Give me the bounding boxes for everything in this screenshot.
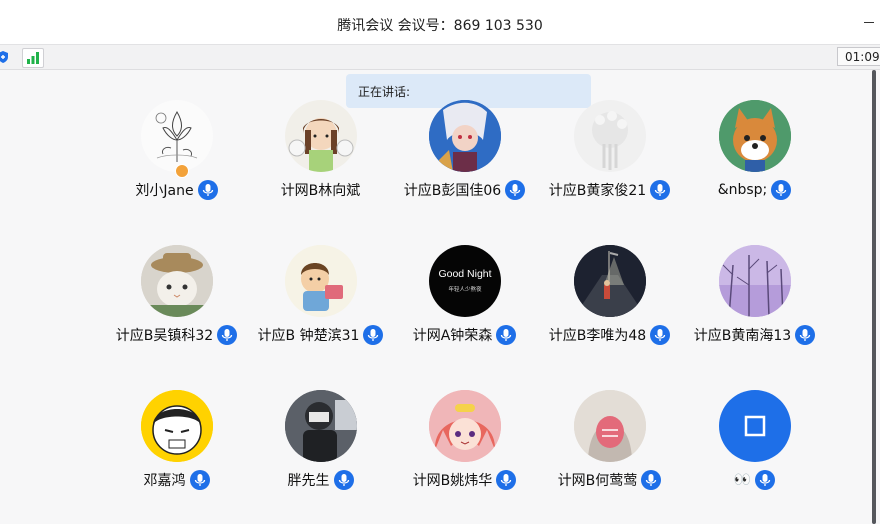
participant-name: 计应B李唯为48 [548,328,647,344]
participant-avatar[interactable] [141,390,213,462]
participant-avatar[interactable] [574,100,646,172]
participant-tile[interactable]: 👀 [682,390,827,500]
mic-icon[interactable] [771,180,792,200]
participant-tile[interactable]: 计应B黄南海13 [682,245,827,355]
participant-name-row: 👀 [662,470,847,492]
mic-icon[interactable] [496,470,517,490]
mic-icon[interactable] [496,325,517,345]
participant-name: 刘小Jane [135,183,194,199]
participant-name: 👀 [733,472,752,488]
participant-name: 计网A钟荣森 [412,328,493,344]
participant-name: &nbsp; [717,182,768,198]
participant-name: 胖先生 [287,473,330,489]
network-signal-icon[interactable] [22,48,44,68]
participant-name: 计应B黄南海13 [693,328,792,344]
participant-avatar[interactable] [574,390,646,462]
mic-icon[interactable] [755,470,776,490]
meeting-window: 腾讯会议 会议号：869 103 530 01:09: 正在讲话: 刘小Jane [0,0,880,524]
participant-tile[interactable]: 计应B彭国佳06 [392,100,537,210]
host-badge-icon [175,164,189,178]
participant-name-row: &nbsp; [662,180,847,202]
participant-name: 计应B黄家俊21 [548,183,647,199]
svg-text:Good Night: Good Night [438,268,491,280]
mic-icon[interactable] [333,470,354,490]
participant-tile[interactable]: &nbsp; [682,100,827,210]
status-toolbar: 01:09: [0,45,880,70]
participant-tile[interactable]: Good Night 年轻人少熬夜计网A钟荣森 [392,245,537,355]
participant-avatar[interactable] [285,100,357,172]
scrollbar[interactable] [872,70,876,524]
title-bar: 腾讯会议 会议号：869 103 530 [0,0,880,45]
mic-icon[interactable] [641,470,662,490]
participant-avatar[interactable] [285,390,357,462]
participant-name-row: 计应B黄南海13 [662,325,847,347]
participant-tile[interactable]: 计网B何莺莺 [537,390,682,500]
participant-name: 计网B姚炜华 [412,473,493,489]
mic-icon[interactable] [189,470,210,490]
svg-text:年轻人少熬夜: 年轻人少熬夜 [448,285,482,293]
participant-tile[interactable]: 计网B姚炜华 [392,390,537,500]
participant-avatar[interactable] [285,245,357,317]
participant-name: 计应B彭国佳06 [403,183,502,199]
participant-avatar[interactable] [719,245,791,317]
meeting-timer: 01:09: [837,47,880,66]
window-title: 腾讯会议 会议号：869 103 530 [337,18,543,34]
participant-avatar[interactable] [141,100,213,172]
participant-avatar[interactable] [141,245,213,317]
participant-name: 计应B 钟楚滨31 [257,328,360,344]
mic-icon[interactable] [197,180,218,200]
participant-name: 计网B何莺莺 [557,473,638,489]
participant-avatar[interactable] [429,100,501,172]
participant-tile[interactable]: 计应B黄家俊21 [537,100,682,210]
participant-avatar[interactable] [429,390,501,462]
participant-avatar[interactable]: Good Night 年轻人少熬夜 [429,245,501,317]
participant-name: 计应B吴镇科32 [115,328,214,344]
mic-icon[interactable] [795,325,816,345]
participant-avatar[interactable] [574,245,646,317]
shield-icon[interactable] [0,50,10,64]
participant-name: 邓嘉鸿 [143,473,186,489]
participant-avatar[interactable] [719,390,791,462]
minimize-icon[interactable] [864,22,874,23]
participant-avatar[interactable] [719,100,791,172]
participant-tile[interactable]: 计应B李唯为48 [537,245,682,355]
participant-name: 计网B林向斌 [280,183,361,199]
